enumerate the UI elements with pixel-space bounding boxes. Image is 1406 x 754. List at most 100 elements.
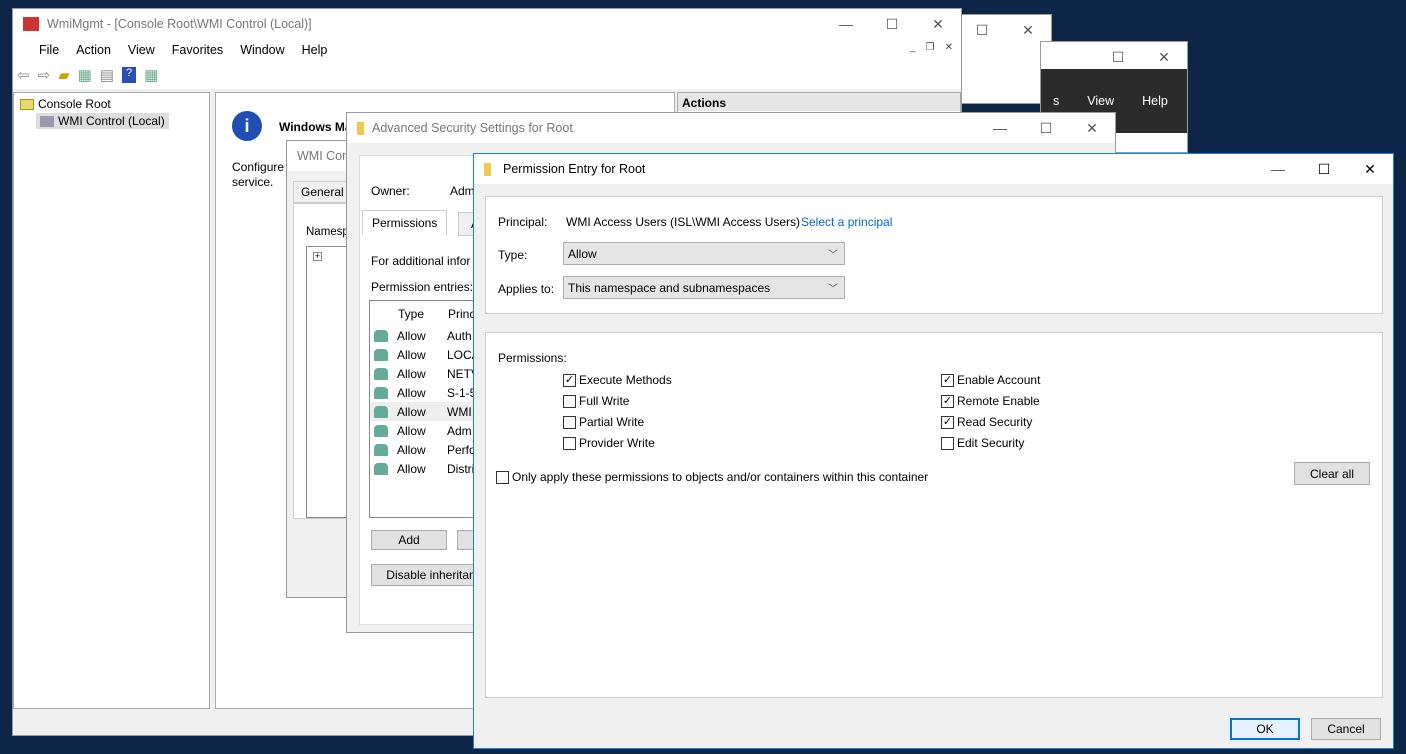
only-apply-checkbox[interactable]: Only apply these permissions to objects … (496, 470, 928, 484)
menu-action[interactable]: Action (76, 43, 111, 57)
help-icon[interactable]: ? (122, 67, 137, 83)
tree-pane: Console Root WMI Control (Local) (13, 92, 210, 709)
computer-icon (40, 115, 54, 127)
description-2: service. (232, 175, 274, 189)
permission-entry-dialog: Permission Entry for Root — ☐ ✕ Principal:… (473, 153, 1394, 749)
show-hide-action-pane-icon[interactable]: ▦ (144, 66, 158, 84)
menu-help[interactable]: Help (1142, 94, 1168, 108)
user-group-icon (374, 405, 388, 418)
menu-item[interactable]: s (1053, 94, 1059, 108)
permission-checkbox[interactable]: ✓ Enable Account (941, 373, 1040, 387)
tree-item-wmi-control[interactable]: WMI Control (Local) (36, 113, 169, 129)
permissions-group: Permissions: ✓ Execute Methods Full Write P… (485, 332, 1383, 698)
checkbox[interactable]: ✓ (941, 373, 954, 387)
permission-entry-row[interactable]: Allow Auth (370, 326, 488, 345)
show-hide-tree-icon[interactable]: ▦ (78, 66, 92, 84)
export-list-icon[interactable]: ▤ (100, 66, 114, 84)
checkbox[interactable]: ✓ (563, 373, 576, 387)
permission-entries-list[interactable]: Type Princ Allow Auth Allow LOCA Allow NETV Al… (369, 300, 489, 518)
maximize-icon[interactable]: ☐ (1095, 42, 1141, 72)
permission-entry-row[interactable]: Allow WMI (370, 402, 488, 421)
checkbox[interactable] (563, 415, 576, 429)
ok-button[interactable]: OK (1230, 718, 1300, 740)
menu-file[interactable]: File (39, 43, 59, 57)
actions-header: Actions (678, 93, 960, 111)
menu-window[interactable]: Window (240, 43, 284, 57)
mdi-minimize-icon[interactable]: _ (910, 42, 916, 53)
permission-checkbox[interactable]: Provider Write (563, 436, 655, 450)
user-group-icon (374, 424, 388, 437)
back-icon[interactable]: ⇦ (17, 66, 30, 84)
folder-icon (484, 162, 491, 176)
permission-entry-row[interactable]: Allow Distri (370, 459, 488, 478)
minimize-icon[interactable]: — (1255, 154, 1301, 184)
select-principal-link[interactable]: Select a principal (801, 215, 892, 229)
checkbox[interactable] (563, 394, 576, 408)
user-group-icon (374, 348, 388, 361)
permission-entry-row[interactable]: Allow Adm (370, 421, 488, 440)
app-icon (23, 17, 39, 31)
permission-checkbox[interactable]: Edit Security (941, 436, 1024, 450)
user-group-icon (374, 462, 388, 475)
chevron-down-icon: ﹀ (828, 284, 838, 295)
window-title: WmiMgmt - [Console Root\WMI Control (Loc… (47, 17, 312, 31)
mdi-close-icon[interactable]: ✕ (945, 42, 953, 53)
menu-view[interactable]: View (1087, 94, 1114, 108)
close-icon[interactable]: ✕ (1347, 154, 1393, 184)
unknown-user-icon (374, 386, 388, 399)
expand-icon[interactable]: + (313, 252, 322, 261)
permission-checkbox[interactable]: ✓ Read Security (941, 415, 1032, 429)
column-principal[interactable]: Princ (448, 307, 475, 321)
user-group-icon (374, 443, 388, 456)
forward-icon[interactable]: ⇨ (38, 66, 51, 84)
chevron-down-icon: ﹀ (828, 250, 838, 261)
toolbar: ⇦ ⇨ ▰ ▦ ▤ ? ▦ (13, 61, 961, 89)
tree-item-console-root[interactable]: Console Root (20, 97, 111, 111)
close-icon[interactable]: ✕ (1141, 42, 1187, 72)
menu-favorites[interactable]: Favorites (172, 43, 223, 57)
permission-checkbox[interactable]: Full Write (563, 394, 629, 408)
close-icon[interactable]: ✕ (915, 9, 961, 39)
menu-help[interactable]: Help (302, 43, 328, 57)
checkbox[interactable] (496, 470, 509, 484)
applies-to-dropdown[interactable]: This namespace and subnamespaces ﹀ (563, 276, 845, 299)
folder-icon (357, 121, 364, 135)
user-group-icon (374, 329, 388, 342)
column-type[interactable]: Type (398, 307, 424, 321)
permission-entry-row[interactable]: Allow NETV (370, 364, 488, 383)
cancel-button[interactable]: Cancel (1311, 718, 1381, 740)
permission-checkbox[interactable]: ✓ Remote Enable (941, 394, 1040, 408)
maximize-icon[interactable]: ☐ (1023, 113, 1069, 143)
principal-value: WMI Access Users (ISL\WMI Access Users) (566, 215, 801, 229)
menu-bar: File Action View Favorites Window Help (13, 39, 961, 61)
user-group-icon (374, 367, 388, 380)
minimize-icon[interactable]: — (823, 9, 869, 39)
permission-entry-row[interactable]: Allow S-1-5 (370, 383, 488, 402)
menu-view[interactable]: View (128, 43, 155, 57)
maximize-icon[interactable]: ☐ (1301, 154, 1347, 184)
mdi-restore-icon[interactable]: ❐ (926, 42, 935, 53)
checkbox[interactable] (563, 436, 576, 450)
info-icon: i (232, 111, 262, 141)
maximize-icon[interactable]: ☐ (959, 15, 1005, 45)
checkbox[interactable]: ✓ (941, 415, 954, 429)
permission-checkbox[interactable]: Partial Write (563, 415, 644, 429)
clear-all-button[interactable]: Clear all (1294, 462, 1370, 485)
maximize-icon[interactable]: ☐ (869, 9, 915, 39)
add-button[interactable]: Add (371, 530, 447, 550)
permission-entry-row[interactable]: Allow LOCA (370, 345, 488, 364)
description: Configure (232, 160, 285, 174)
tab-permissions[interactable]: Permissions (362, 210, 448, 235)
type-dropdown[interactable]: Allow ﹀ (563, 242, 845, 265)
permission-checkbox[interactable]: ✓ Execute Methods (563, 373, 672, 387)
permission-entry-row[interactable]: Allow Perfo (370, 440, 488, 459)
folder-icon (20, 98, 34, 110)
checkbox[interactable] (941, 436, 954, 450)
minimize-icon[interactable]: — (977, 113, 1023, 143)
tab-general[interactable]: General (293, 181, 352, 203)
heading: Windows Ma (279, 120, 352, 134)
checkbox[interactable]: ✓ (941, 394, 954, 408)
close-icon[interactable]: ✕ (1069, 113, 1115, 143)
principal-group: Principal: WMI Access Users (ISL\WMI Acc… (485, 196, 1383, 314)
up-folder-icon[interactable]: ▰ (58, 66, 70, 84)
